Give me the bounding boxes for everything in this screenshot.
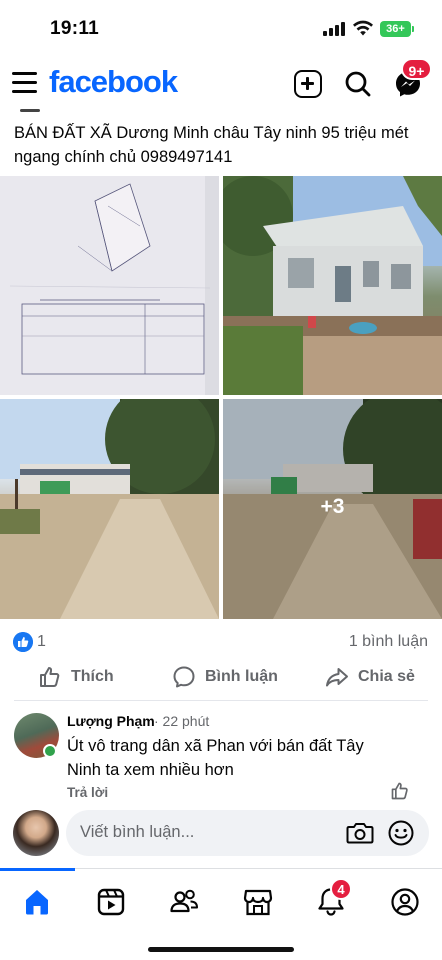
comment-text: Út vô trang dân xã Phan với bán đất Tây … (67, 737, 364, 779)
app-header: facebook 9+ (0, 58, 442, 110)
current-user-avatar[interactable] (13, 810, 59, 856)
photo-dirt-road[interactable] (0, 399, 219, 619)
active-tab-indicator (0, 868, 75, 871)
thumbs-up-icon (40, 667, 60, 687)
video-icon[interactable] (94, 885, 128, 919)
status-bar: 19:11 36+ (0, 0, 442, 58)
battery-indicator: 36+ (380, 21, 414, 37)
comment-count[interactable]: 1 bình luận (349, 633, 428, 651)
friends-icon[interactable] (167, 885, 201, 919)
status-time: 19:11 (50, 18, 100, 39)
photo-land-document[interactable] (0, 176, 219, 395)
signal-icon (323, 22, 345, 36)
marketplace-icon[interactable] (241, 885, 275, 919)
messenger-badge: 9+ (401, 58, 432, 80)
post-text: BÁN ĐẤT XÃ Dương Minh châu Tây ninh 95 t… (14, 124, 409, 166)
reaction-count[interactable]: 1 (37, 633, 46, 651)
photo-road-more[interactable]: +3 (223, 399, 442, 619)
divider (14, 700, 428, 701)
reply-button[interactable]: Trả lời (67, 785, 108, 800)
emoji-icon[interactable] (388, 820, 414, 846)
comment-label: Bình luận (205, 668, 278, 685)
photo-house-front[interactable] (223, 176, 442, 395)
online-status-indicator (43, 744, 57, 758)
post-action-bar: Thích Bình luận Chia sẻ (0, 660, 442, 694)
camera-icon[interactable] (346, 821, 374, 845)
search-icon[interactable] (344, 70, 372, 98)
commenter-name[interactable]: Lượng Phạm (67, 713, 155, 729)
share-button[interactable]: Chia sẻ (325, 660, 415, 694)
more-photos-count: +3 (320, 495, 345, 518)
post-header-fragment (20, 109, 40, 112)
comment-input-placeholder: Viết bình luận... (80, 823, 195, 841)
home-icon[interactable] (20, 885, 54, 919)
wifi-icon (353, 20, 373, 36)
comment-bubble-icon (173, 666, 195, 688)
share-label: Chia sẻ (358, 668, 415, 685)
comment-like-icon[interactable] (390, 781, 410, 801)
comment-button[interactable]: Bình luận (172, 660, 278, 694)
profile-icon[interactable] (388, 885, 422, 919)
like-reaction-icon[interactable] (13, 632, 33, 652)
notifications-badge: 4 (330, 878, 352, 900)
like-button[interactable]: Thích (38, 660, 114, 694)
facebook-logo[interactable]: facebook (49, 64, 178, 100)
like-label: Thích (71, 668, 114, 685)
home-indicator (148, 947, 294, 952)
comment-input-field[interactable]: Viết bình luận... (66, 810, 429, 856)
menu-icon[interactable] (12, 72, 37, 94)
share-arrow-icon (326, 668, 348, 687)
comment-time: · 22 phút (154, 713, 210, 729)
create-plus-icon[interactable] (294, 70, 322, 98)
